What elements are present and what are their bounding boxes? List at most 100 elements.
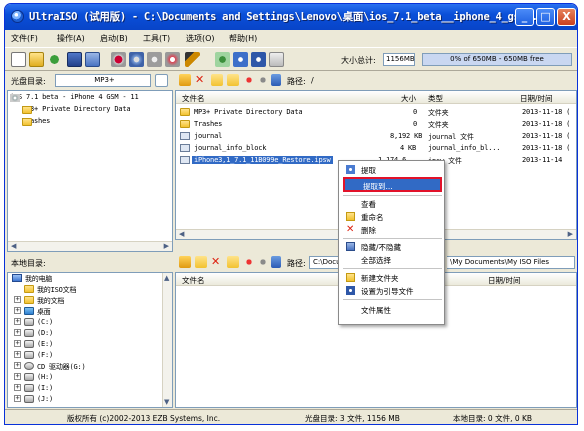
scroll-up-icon[interactable]: ▲	[164, 274, 169, 282]
tree-item-mp3-private[interactable]: MP3+ Private Directory Data	[22, 105, 131, 116]
tree-item-ios-image[interactable]: iOS 7.1 beta - iPhone 4 GSM - 11	[10, 93, 139, 104]
tree-item-trashes[interactable]: Trashes	[22, 117, 50, 128]
settings-icon[interactable]	[257, 256, 269, 268]
volume-properties-icon[interactable]	[155, 74, 168, 87]
close-button[interactable]: X	[557, 8, 576, 26]
open-cd-icon[interactable]	[47, 52, 62, 67]
info-icon[interactable]	[233, 52, 248, 67]
iso-path-value: /	[311, 76, 314, 85]
ultraiso-window: UltraISO (试用版) - C:\Documents and Settin…	[4, 3, 578, 425]
new-folder-icon[interactable]	[227, 256, 239, 268]
folder-icon	[180, 120, 190, 128]
local-tree-vscroll[interactable]: ▲ ▼	[162, 273, 172, 407]
iso-tree-hscroll[interactable]: ◀ ▶	[8, 241, 172, 251]
drive-icon	[24, 351, 34, 359]
col-date[interactable]: 日期/时间	[520, 93, 553, 104]
menu-tools[interactable]: 工具(T)	[143, 33, 170, 44]
ctx-view[interactable]: 查看	[343, 198, 442, 210]
help-icon[interactable]	[251, 52, 266, 67]
ctx-select-all[interactable]: 全部选择	[343, 254, 442, 266]
col-name[interactable]: 文件名	[182, 93, 205, 104]
properties-icon[interactable]	[243, 256, 255, 268]
scroll-left-icon[interactable]: ◀	[179, 230, 184, 238]
file-row[interactable]: journal_info_block 4 KB journal_info_bl.…	[180, 143, 576, 154]
ctx-rename[interactable]: 重命名	[343, 211, 442, 223]
make-cd-image-icon[interactable]	[111, 52, 126, 67]
folder-icon	[180, 108, 190, 116]
local-path-tail[interactable]: \My Documents\My ISO Files	[447, 256, 575, 269]
expand-icon[interactable]: +	[14, 373, 21, 380]
exit-icon[interactable]	[269, 52, 284, 67]
iso-list-header: 文件名 大小 类型 日期/时间	[176, 91, 576, 104]
ctx-separator	[343, 299, 442, 300]
col-date[interactable]: 日期/时间	[488, 275, 521, 286]
menu-boot[interactable]: 启动(B)	[100, 33, 128, 44]
virtual-drive-icon[interactable]	[185, 52, 200, 67]
ctx-hide-unhide[interactable]: 隐藏/不隐藏	[343, 241, 442, 253]
ctx-new-folder[interactable]: 新建文件夹	[343, 272, 442, 284]
file-row[interactable]: Trashes 0 文件夹 2013-11-18 (	[180, 119, 576, 130]
col-name[interactable]: 文件名	[182, 275, 205, 286]
ctx-file-properties[interactable]: 文件属性	[343, 304, 442, 316]
file-row[interactable]: journal 8,192 KB journal 文件 2013-11-18 (	[180, 131, 576, 142]
scroll-down-icon[interactable]: ▼	[164, 398, 169, 406]
ctx-extract[interactable]: 提取	[343, 164, 442, 176]
ctx-delete[interactable]: ✕ 删除	[343, 224, 442, 236]
scroll-right-icon[interactable]: ▶	[164, 242, 169, 250]
ctx-set-boot-file[interactable]: 设置为引导文件	[343, 285, 442, 297]
menu-options[interactable]: 选项(O)	[186, 33, 215, 44]
local-tree-pane: 我的电脑 我的ISO文档 + 我的文档 + 桌面 + (C:) + (D:) +	[7, 272, 173, 408]
save-icon[interactable]	[67, 52, 82, 67]
minimize-button[interactable]: _	[515, 8, 534, 26]
expand-icon[interactable]: +	[14, 384, 21, 391]
main-toolbar: 大小总计: 1156MB 0% of 650MB - 650MB free	[5, 47, 577, 71]
open-icon[interactable]	[29, 52, 44, 67]
add-icon[interactable]	[227, 74, 239, 86]
ctx-extract-to[interactable]: 提取到...	[343, 177, 442, 192]
expand-icon[interactable]: +	[14, 318, 21, 325]
expand-icon[interactable]: +	[14, 362, 21, 369]
file-row[interactable]: MP3+ Private Directory Data 0 文件夹 2013-1…	[180, 107, 576, 118]
properties-icon[interactable]	[243, 74, 255, 86]
burn-icon[interactable]	[147, 52, 162, 67]
menu-help[interactable]: 帮助(H)	[229, 33, 257, 44]
ctx-separator	[343, 268, 442, 269]
file-icon	[180, 132, 190, 140]
expand-icon[interactable]: +	[14, 307, 21, 314]
new-folder-icon[interactable]	[211, 74, 223, 86]
expand-icon[interactable]: +	[14, 329, 21, 336]
view-icon[interactable]	[271, 74, 281, 86]
scroll-left-icon[interactable]: ◀	[11, 242, 16, 250]
local-dir-status: 本地目录: 0 文件, 0 KB	[453, 414, 533, 423]
delete-icon[interactable]: ✕	[211, 256, 223, 268]
expand-icon[interactable]: +	[14, 351, 21, 358]
title-bar[interactable]: UltraISO (试用版) - C:\Documents and Settin…	[5, 4, 577, 30]
mount-icon[interactable]	[165, 52, 180, 67]
expand-icon[interactable]: +	[14, 340, 21, 347]
compress-icon[interactable]	[129, 52, 144, 67]
computer-icon	[12, 274, 22, 282]
expand-icon[interactable]: +	[14, 296, 21, 303]
scroll-right-icon[interactable]: ▶	[568, 230, 573, 238]
settings-icon[interactable]	[257, 74, 269, 86]
ctx-separator	[343, 238, 442, 239]
up-folder-icon[interactable]	[179, 74, 191, 86]
up-folder-icon[interactable]	[179, 256, 191, 268]
iso-volume-field[interactable]: MP3+	[55, 74, 151, 87]
view-icon[interactable]	[271, 256, 281, 268]
expand-icon[interactable]: +	[14, 395, 21, 402]
copyright-text: 版权所有 (c)2002-2013 EZB Systems, Inc.	[67, 414, 221, 423]
add-icon[interactable]	[195, 256, 207, 268]
check-icon[interactable]	[215, 52, 230, 67]
col-size[interactable]: 大小	[401, 93, 416, 104]
maximize-button[interactable]: □	[536, 8, 555, 26]
delete-icon[interactable]: ✕	[195, 74, 207, 86]
folder-icon	[24, 296, 34, 304]
save-as-icon[interactable]	[85, 52, 100, 67]
menu-file[interactable]: 文件(F)	[11, 33, 38, 44]
new-icon[interactable]	[11, 52, 26, 67]
menu-action[interactable]: 操作(A)	[57, 33, 85, 44]
capacity-bar: 0% of 650MB - 650MB free	[422, 53, 572, 66]
desktop-icon	[24, 307, 34, 315]
col-type[interactable]: 类型	[428, 93, 443, 104]
